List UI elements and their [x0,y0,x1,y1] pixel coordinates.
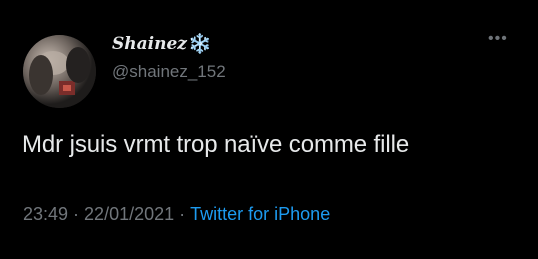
user-handle[interactable]: @shainez_152 [112,62,226,82]
display-name[interactable]: Shainez [112,34,187,54]
avatar-photo-icon [23,35,96,108]
avatar[interactable] [23,35,96,108]
tweet-meta: 23:49 · 22/01/2021 · Twitter for iPhone [23,204,330,225]
meta-separator: · [73,204,80,224]
tweet-source-link[interactable]: Twitter for iPhone [190,204,330,224]
more-options-icon[interactable]: ••• [488,31,508,47]
tweet-date[interactable]: 22/01/2021 [84,204,174,224]
tweet-card: Shainez ❄️ @shainez_152 ••• Mdr jsuis vr… [0,0,538,259]
snowflake-icon: ❄️ [187,33,212,55]
tweet-text: Mdr jsuis vrmt trop naïve comme fille [22,131,410,158]
author-name-row[interactable]: Shainez ❄️ [112,34,212,54]
meta-separator: · [179,204,186,224]
tweet-time[interactable]: 23:49 [23,204,68,224]
